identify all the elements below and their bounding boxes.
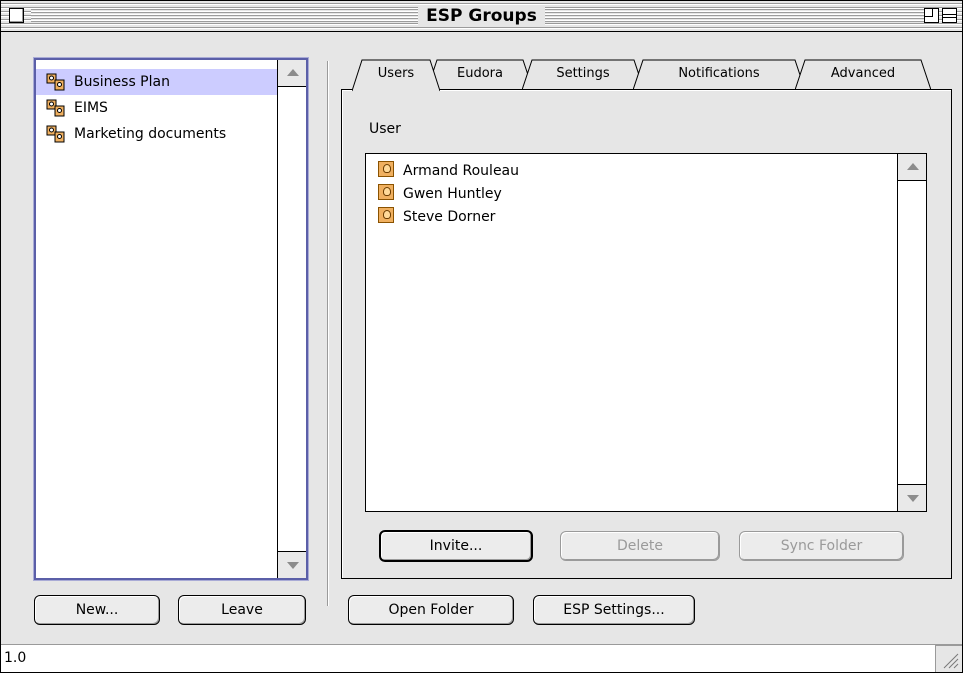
chevron-down-icon [907,495,919,502]
tab-label: Eudora [457,66,503,81]
version-label: 1.0 [4,650,27,666]
scroll-down-button[interactable] [278,551,306,578]
chevron-up-icon [907,163,919,170]
tab-label: Advanced [830,66,896,81]
new-group-button[interactable]: New... [34,595,160,625]
esp-settings-button[interactable]: ESP Settings... [533,595,695,625]
sync-folder-button[interactable]: Sync Folder [739,531,904,561]
user-name: Steve Dorner [403,209,496,225]
group-icon [46,99,65,117]
tab-notifications[interactable]: Notifications [633,59,805,91]
tab-advanced[interactable]: Advanced [795,59,931,91]
tab-eudora[interactable]: Eudora [427,59,533,91]
user-icon [378,207,394,223]
group-label: EIMS [74,100,108,116]
tab-users[interactable]: Users [352,59,440,92]
user-icon [378,184,394,200]
group-item-eims[interactable]: EIMS [36,95,287,121]
open-folder-button[interactable]: Open Folder [348,595,514,625]
scroll-down-button[interactable] [898,484,926,511]
user-name: Armand Rouleau [403,163,520,179]
zoom-box-icon[interactable] [924,8,939,23]
groups-list[interactable]: Business Plan EIMS Marketing documents [34,58,308,580]
group-icon [46,73,65,91]
window-title-wrap: ESP Groups [1,5,962,27]
tab-label: Notifications [678,66,760,81]
esp-groups-window: ESP Groups Business Plan EIMS Marketing … [0,0,963,673]
scroll-up-button[interactable] [278,60,306,87]
title-bar[interactable]: ESP Groups [1,1,962,32]
groups-scrollbar[interactable] [277,60,306,578]
tab-label: Users [377,66,415,81]
resize-grip-icon[interactable] [935,645,962,672]
group-label: Marketing documents [74,126,227,142]
group-label: Business Plan [74,74,170,90]
users-tab-panel: User Armand Rouleau Gwen Huntley Steve D… [341,89,952,579]
tab-settings[interactable]: Settings [522,59,644,91]
scroll-up-button[interactable] [898,154,926,181]
group-icon [46,125,65,143]
user-list-label: User [369,121,401,137]
user-icon [378,161,394,177]
collapse-box-icon[interactable] [942,8,957,23]
user-item[interactable]: Armand Rouleau [378,160,519,182]
status-bar: 1.0 [1,644,962,672]
chevron-down-icon [287,562,299,569]
user-item[interactable]: Steve Dorner [378,206,495,228]
delete-button[interactable]: Delete [560,531,720,561]
grip-lines-icon [943,653,959,669]
leave-group-button[interactable]: Leave [178,595,306,625]
user-item[interactable]: Gwen Huntley [378,183,502,205]
chevron-up-icon [287,69,299,76]
tab-label: Settings [556,66,610,81]
invite-button[interactable]: Invite... [379,530,533,562]
user-name: Gwen Huntley [403,186,502,202]
tab-bar: Users Eudora Settings Notifications Adva… [341,59,953,93]
group-item-business-plan[interactable]: Business Plan [36,69,287,95]
users-list[interactable]: Armand Rouleau Gwen Huntley Steve Dorner [365,153,927,512]
users-scrollbar[interactable] [897,154,926,511]
window-title: ESP Groups [418,5,545,27]
group-item-marketing-documents[interactable]: Marketing documents [36,121,287,147]
vertical-divider [327,61,328,606]
